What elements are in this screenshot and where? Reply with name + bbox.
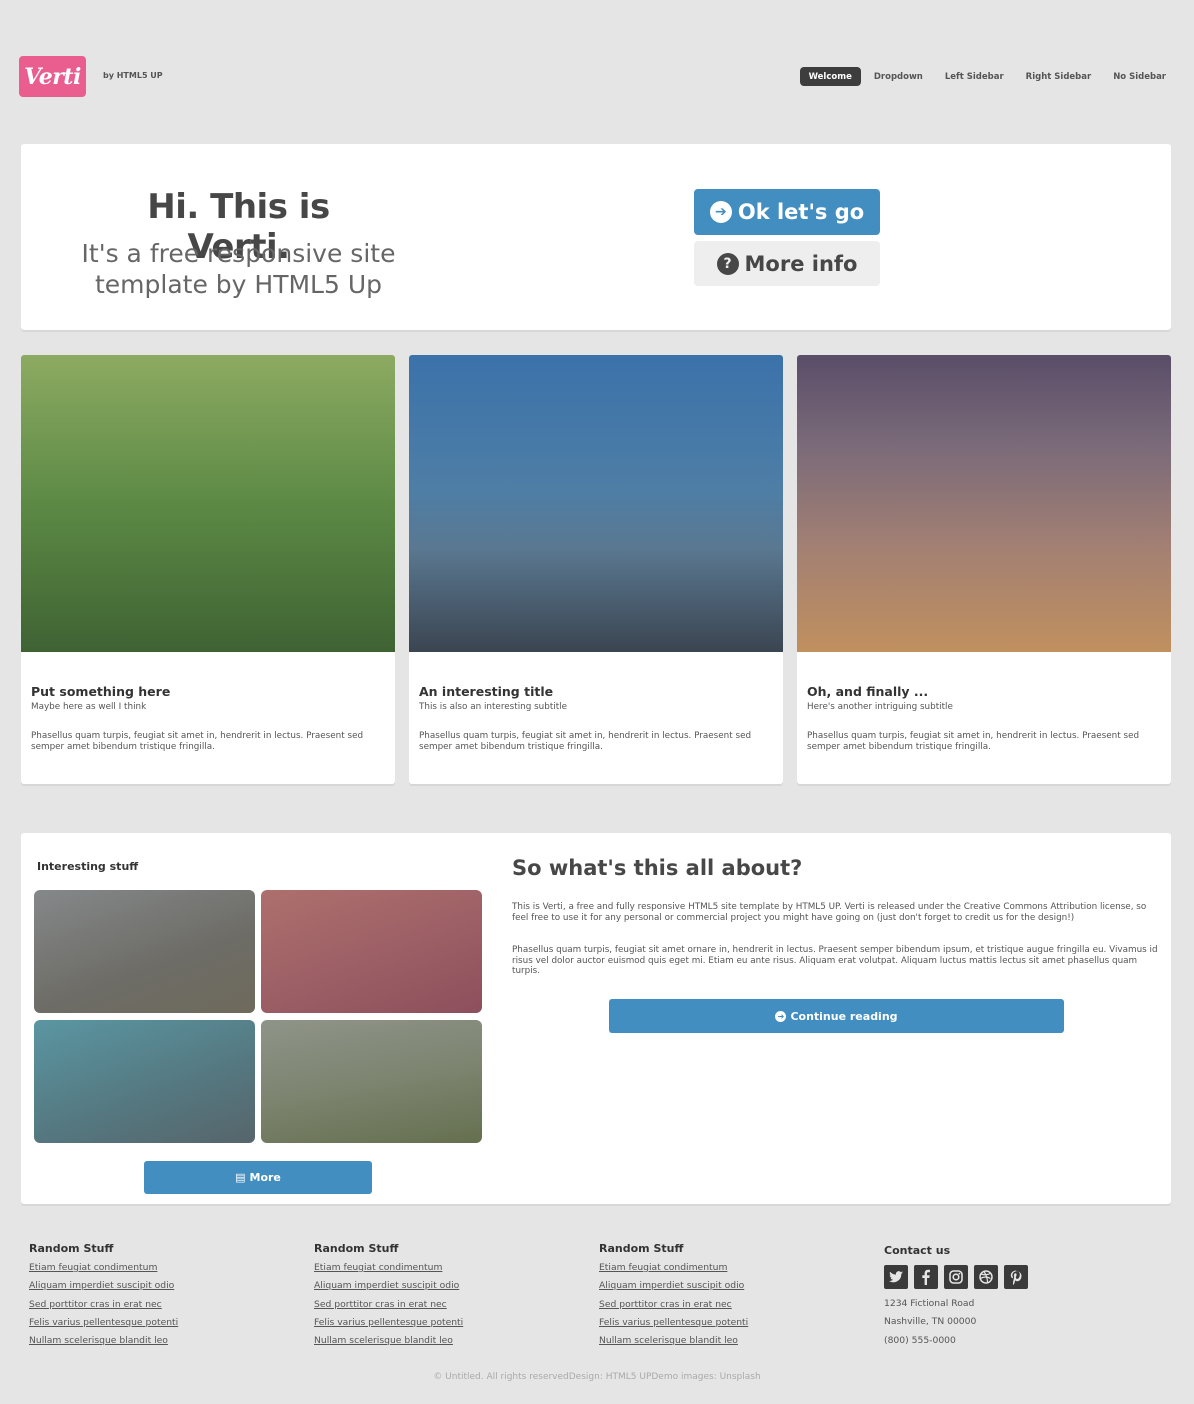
ok-lets-go-button[interactable]: ➔ Ok let's go — [694, 189, 880, 235]
document-icon: ▤ — [235, 1171, 246, 1184]
sidebar-title: Interesting stuff — [37, 860, 139, 873]
footer-link[interactable]: Nullam scelerisque blandit leo — [29, 1332, 178, 1350]
footer-link[interactable]: Nullam scelerisque blandit leo — [599, 1332, 748, 1350]
twitter-icon[interactable] — [884, 1265, 908, 1289]
feature-subtitle-2: This is also an interesting subtitle — [419, 702, 568, 712]
more-label: More — [249, 1171, 281, 1184]
arrow-right-circle-icon: ➔ — [775, 1010, 787, 1022]
main-content: Interesting stuff ▤ More So what's this … — [21, 833, 1171, 1204]
footer-column-2: Random Stuff Etiam feugiat condimentum A… — [314, 1242, 463, 1350]
nav-right-sidebar[interactable]: Right Sidebar — [1017, 67, 1101, 86]
feature-card-3: Oh, and finally ... Here's another intri… — [797, 355, 1171, 784]
footer-link[interactable]: Felis varius pellentesque potenti — [599, 1314, 748, 1332]
footer-link[interactable]: Aliquam imperdiet suscipit odio — [599, 1277, 748, 1295]
footer-link[interactable]: Etiam feugiat condimentum — [599, 1259, 748, 1277]
footer-link[interactable]: Sed porttitor cras in erat nec — [29, 1296, 178, 1314]
contact-phone: (800) 555-0000 — [884, 1334, 956, 1346]
feature-image-1[interactable] — [21, 355, 395, 652]
feature-card-1: Put something here Maybe here as well I … — [21, 355, 395, 784]
footer-link[interactable]: Etiam feugiat condimentum — [314, 1259, 463, 1277]
footer-link[interactable]: Etiam feugiat condimentum — [29, 1259, 178, 1277]
feature-subtitle-1: Maybe here as well I think — [31, 702, 147, 712]
footer-link[interactable]: Felis varius pellentesque potenti — [29, 1314, 178, 1332]
more-button[interactable]: ▤ More — [144, 1161, 372, 1194]
continue-reading-label: Continue reading — [790, 1009, 898, 1023]
article-paragraph-2: Phasellus quam turpis, feugiat sit amet … — [512, 945, 1158, 976]
gallery-thumb-4[interactable] — [261, 1020, 482, 1143]
footer-column-title: Random Stuff — [599, 1242, 684, 1255]
logo[interactable]: Verti — [19, 56, 86, 97]
contact-title: Contact us — [884, 1244, 951, 1257]
footer-column-title: Random Stuff — [29, 1242, 114, 1255]
footer-link[interactable]: Aliquam imperdiet suscipit odio — [314, 1277, 463, 1295]
footer-column-title: Random Stuff — [314, 1242, 399, 1255]
feature-card-2: An interesting title This is also an int… — [409, 355, 783, 784]
dribbble-icon[interactable] — [974, 1265, 998, 1289]
question-circle-icon: ? — [716, 252, 739, 275]
nav-welcome[interactable]: Welcome — [799, 67, 861, 86]
gallery-thumb-2[interactable] — [261, 890, 482, 1013]
article-paragraph-1: This is Verti, a free and fully responsi… — [512, 902, 1147, 923]
footer-column-1: Random Stuff Etiam feugiat condimentum A… — [29, 1242, 178, 1350]
more-info-label: More info — [744, 251, 858, 276]
facebook-icon[interactable] — [914, 1265, 938, 1289]
instagram-icon[interactable] — [944, 1265, 968, 1289]
social-icons — [884, 1265, 1034, 1289]
footer-link[interactable]: Felis varius pellentesque potenti — [314, 1314, 463, 1332]
feature-title-3: Oh, and finally ... — [807, 684, 929, 699]
footer-link[interactable]: Sed porttitor cras in erat nec — [314, 1296, 463, 1314]
arrow-right-circle-icon: ➔ — [709, 201, 732, 223]
pinterest-icon[interactable] — [1004, 1265, 1028, 1289]
gallery-thumb-3[interactable] — [34, 1020, 255, 1143]
continue-reading-button[interactable]: ➔ Continue reading — [609, 999, 1064, 1033]
nav-dropdown[interactable]: Dropdown — [865, 67, 932, 86]
footer-column-3: Random Stuff Etiam feugiat condimentum A… — [599, 1242, 748, 1350]
article-title: So what's this all about? — [512, 856, 803, 880]
feature-body-1: Phasellus quam turpis, feugiat sit amet … — [31, 731, 364, 752]
footer-link[interactable]: Nullam scelerisque blandit leo — [314, 1332, 463, 1350]
ok-lets-go-label: Ok let's go — [737, 200, 865, 224]
nav-left-sidebar[interactable]: Left Sidebar — [936, 67, 1013, 86]
feature-title-1: Put something here — [31, 684, 171, 699]
byline: by HTML5 UP — [103, 71, 163, 80]
footer-link[interactable]: Sed porttitor cras in erat nec — [599, 1296, 748, 1314]
nav-no-sidebar[interactable]: No Sidebar — [1104, 67, 1175, 86]
more-info-button[interactable]: ? More info — [694, 241, 880, 286]
contact-address-line-2: Nashville, TN 00000 — [884, 1316, 977, 1328]
footer-contact: Contact us 1234 Fictional Road Nashville… — [884, 1244, 1034, 1350]
feature-image-3[interactable] — [797, 355, 1171, 652]
gallery-thumb-1[interactable] — [34, 890, 255, 1013]
feature-title-2: An interesting title — [419, 684, 554, 699]
feature-image-2[interactable] — [409, 355, 783, 652]
copyright: © Untitled. All rights reservedDesign: H… — [433, 1372, 761, 1382]
main-nav: Welcome Dropdown Left Sidebar Right Side… — [796, 67, 1175, 86]
contact-address-line-1: 1234 Fictional Road — [884, 1298, 975, 1309]
footer-link[interactable]: Aliquam imperdiet suscipit odio — [29, 1277, 178, 1295]
feature-body-2: Phasellus quam turpis, feugiat sit amet … — [419, 731, 752, 752]
feature-body-3: Phasellus quam turpis, feugiat sit amet … — [807, 731, 1140, 752]
feature-subtitle-3: Here's another intriguing subtitle — [807, 702, 953, 712]
banner: Hi. This is Verti. It's a free responsiv… — [21, 144, 1171, 330]
banner-subtitle: It's a free responsive site template by … — [81, 239, 396, 299]
